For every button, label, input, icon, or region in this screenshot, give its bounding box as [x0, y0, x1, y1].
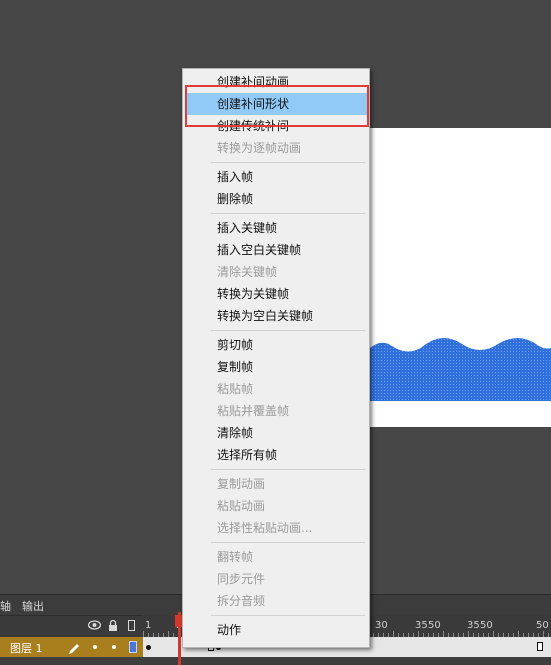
menu-item-clear-keyframe: 清除关键帧: [217, 265, 278, 279]
ruler-label: 50: [428, 620, 441, 631]
menu-item-cut-frames[interactable]: 剪切帧: [183, 334, 369, 356]
menu-item-actions[interactable]: 动作: [183, 619, 369, 641]
menu-item-select-all-frames[interactable]: 选择所有帧: [183, 444, 369, 466]
menu-separator: [211, 615, 365, 616]
tab-timeline[interactable]: 轴: [0, 598, 11, 614]
ruler-label: 50: [480, 620, 493, 631]
menu-item-paste-motion-special: 选择性粘贴动画...: [217, 521, 313, 535]
layer-name[interactable]: 图层 1: [10, 640, 43, 656]
outline-icon[interactable]: [128, 620, 135, 634]
menu-separator: [211, 542, 365, 543]
menu-separator: [211, 330, 365, 331]
menu-item-split-audio: 拆分音频: [217, 594, 266, 608]
menu-item-copy-motion: 复制动画: [217, 477, 266, 491]
visibility-dot[interactable]: [93, 645, 97, 649]
menu-item-copy-frames[interactable]: 复制帧: [183, 356, 369, 378]
menu-separator: [211, 162, 365, 163]
menu-item-convert-to-frame-by-frame: 转换为逐帧动画: [217, 141, 302, 155]
menu-separator: [211, 213, 365, 214]
highlight-callout: [185, 85, 369, 127]
menu-item-paste-and-overwrite-frames: 粘贴并覆盖帧: [217, 404, 290, 418]
frame-end-marker[interactable]: [537, 642, 543, 651]
layer-color-swatch[interactable]: [129, 641, 137, 653]
ruler-label: 30: [375, 620, 388, 631]
menu-item-synchronize-symbols: 同步元件: [217, 572, 266, 586]
ruler-label: 1: [145, 620, 152, 631]
lock-dot[interactable]: [112, 645, 116, 649]
eye-icon[interactable]: [87, 620, 102, 633]
tab-output[interactable]: 输出: [22, 598, 44, 614]
menu-item-remove-frames[interactable]: 删除帧: [183, 188, 369, 210]
ruler-label: 50: [536, 620, 549, 631]
menu-item-convert-to-blank-keyframes[interactable]: 转换为空白关键帧: [183, 305, 369, 327]
menu-item-insert-blank-keyframe[interactable]: 插入空白关键帧: [183, 239, 369, 261]
lock-icon[interactable]: [108, 619, 118, 635]
menu-item-paste-frames: 粘贴帧: [217, 382, 254, 396]
ruler-label: 35: [467, 620, 480, 631]
wave-shape[interactable]: [368, 128, 551, 427]
menu-separator: [211, 469, 365, 470]
empty-timeline-row: [0, 657, 551, 665]
stage-canvas[interactable]: [368, 128, 551, 427]
menu-item-reverse-frames: 翻转帧: [217, 550, 254, 564]
layer-name-cell[interactable]: 图层 1: [0, 637, 143, 657]
keyframe[interactable]: [146, 645, 151, 650]
context-menu: 创建补间动画 创建补间形状 创建传统补间 转换为逐帧动画 插入帧 删除帧 插入关键帧 插入空白…: [182, 68, 370, 648]
ruler-label: 35: [415, 620, 428, 631]
menu-item-insert-frame[interactable]: 插入帧: [183, 166, 369, 188]
menu-item-convert-to-keyframes[interactable]: 转换为关键帧: [183, 283, 369, 305]
menu-item-insert-keyframe[interactable]: 插入关键帧: [183, 217, 369, 239]
menu-item-paste-motion: 粘贴动画: [217, 499, 266, 513]
menu-item-clear-frames[interactable]: 清除帧: [183, 422, 369, 444]
